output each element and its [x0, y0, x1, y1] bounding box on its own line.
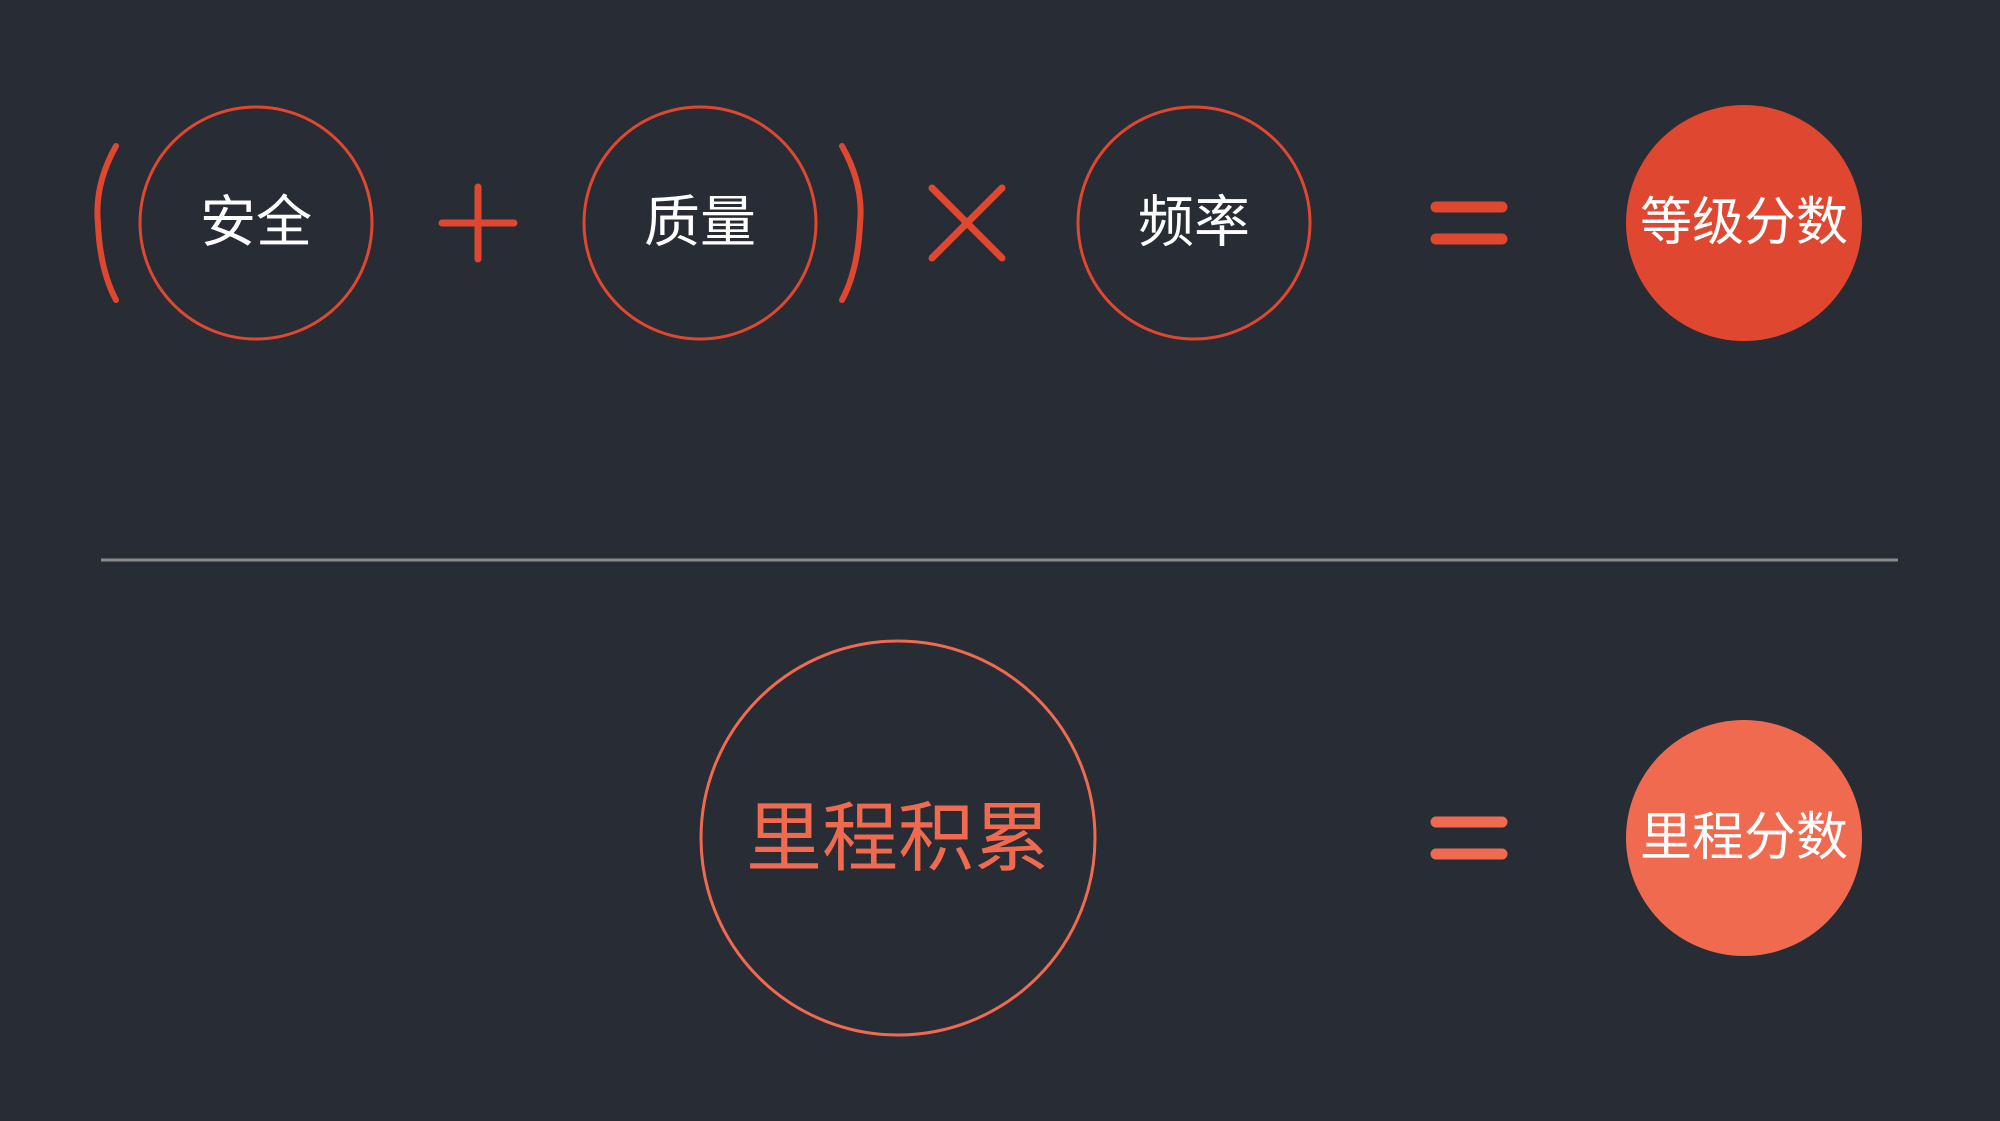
equals-sign-bottom	[1430, 816, 1508, 860]
mileage-accumulation-label: 里程积累	[746, 794, 1050, 883]
level-score-label: 等级分数	[1640, 193, 1848, 253]
quality-label: 质量	[644, 191, 756, 256]
right-bracket	[839, 143, 864, 303]
equals-sign-top	[1430, 201, 1508, 245]
multiply-sign	[928, 184, 1006, 262]
mileage-score-label: 里程分数	[1640, 808, 1848, 868]
safety-label: 安全	[200, 191, 312, 256]
left-bracket	[94, 143, 119, 303]
plus-sign	[438, 183, 518, 263]
frequency-label: 频率	[1138, 191, 1250, 256]
scoring-formula-diagram: 安全 质量 频率 等级分数 里程积累 里程分数	[94, 105, 1898, 1037]
